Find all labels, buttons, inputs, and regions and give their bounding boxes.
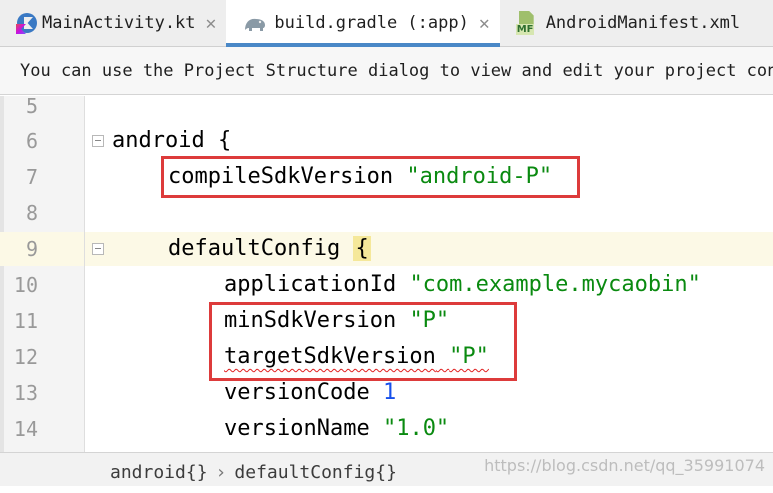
line-number: 13 xyxy=(13,381,38,405)
string-value: "1.0" xyxy=(382,416,450,441)
code-text: android { xyxy=(112,128,232,153)
number-value: 1 xyxy=(382,380,397,405)
line-number: 10 xyxy=(13,273,38,297)
tab-label: build.gradle (:app) xyxy=(274,13,469,33)
code-line: 6 android { xyxy=(0,123,773,159)
code-line: 10 applicationId "com.example.mycaobin" xyxy=(0,267,773,303)
breadcrumb-path: android{} › defaultConfig{} xyxy=(110,453,397,487)
fold-toggle-icon[interactable] xyxy=(92,243,104,255)
close-icon[interactable]: ✕ xyxy=(479,13,490,34)
line-number: 5 xyxy=(25,96,38,118)
code-text: versionName "1.0" xyxy=(224,411,449,447)
code-line: 5 xyxy=(0,96,773,124)
code-line: 8 xyxy=(0,195,773,231)
watermark-text: https://blog.csdn.net/qq_35991074 xyxy=(484,456,765,475)
code-line: 9 defaultConfig { xyxy=(0,231,773,267)
tab-label: MainActivity.kt xyxy=(42,13,196,33)
line-number: 6 xyxy=(25,129,38,153)
editor-tab-bar: MainActivity.kt ✕ build.gradle (:app) ✕ … xyxy=(0,0,773,47)
tab-build-gradle[interactable]: build.gradle (:app) ✕ xyxy=(226,0,500,47)
property-key: versionName xyxy=(224,416,370,441)
fold-toggle-icon[interactable] xyxy=(92,135,104,147)
tab-main-activity[interactable]: MainActivity.kt ✕ xyxy=(0,0,226,46)
matched-brace: { xyxy=(353,236,371,261)
code-line: 14 versionName "1.0" xyxy=(0,411,773,447)
string-value: "com.example.mycaobin" xyxy=(409,272,701,297)
manifest-file-icon: MF xyxy=(515,11,540,35)
tab-android-manifest[interactable]: MF AndroidManifest.xml xyxy=(500,0,750,46)
line-number: 8 xyxy=(25,201,38,225)
property-key: applicationId xyxy=(224,272,397,297)
line-number: 7 xyxy=(25,165,38,189)
line-number: 11 xyxy=(13,309,38,333)
breadcrumb-item-android[interactable]: android{} xyxy=(110,462,208,483)
breadcrumb-item-default-config[interactable]: defaultConfig{} xyxy=(234,462,397,483)
code-editor[interactable]: 5 6 android { 7 compileSdkVersion "andro… xyxy=(0,96,773,486)
line-number: 14 xyxy=(13,417,38,441)
project-structure-banner: You can use the Project Structure dialog… xyxy=(0,47,773,95)
highlight-box-compile-sdk xyxy=(161,156,580,198)
code-text: applicationId "com.example.mycaobin" xyxy=(224,267,701,303)
code-text: defaultConfig { xyxy=(168,231,371,267)
kotlin-file-icon xyxy=(16,12,38,34)
property-key: versionCode xyxy=(224,380,370,405)
block-name: defaultConfig xyxy=(168,236,341,261)
tab-label: AndroidManifest.xml xyxy=(545,13,741,33)
breadcrumb-separator: › xyxy=(215,462,227,483)
highlight-box-min-target-sdk xyxy=(209,302,517,381)
banner-text: You can use the Project Structure dialog… xyxy=(20,61,773,81)
line-number: 12 xyxy=(13,345,38,369)
gradle-elephant-icon xyxy=(245,18,266,31)
line-number: 9 xyxy=(25,237,38,261)
close-icon[interactable]: ✕ xyxy=(206,13,217,34)
